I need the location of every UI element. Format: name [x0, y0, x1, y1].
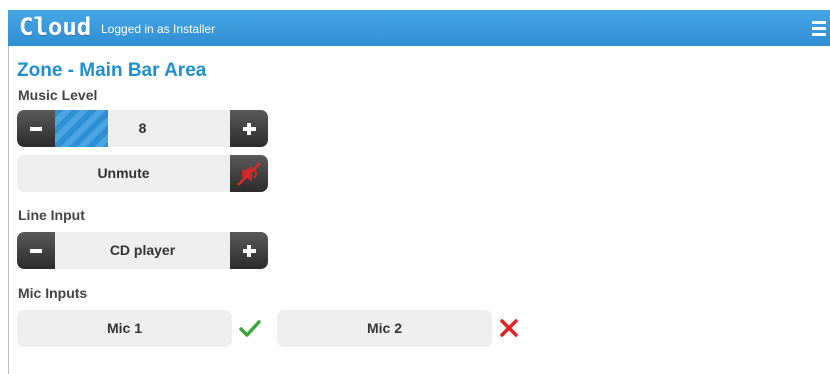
- mic-2-label: Mic 2: [366, 320, 402, 336]
- line-input-previous-button[interactable]: [17, 232, 55, 269]
- mute-toggle-button[interactable]: [230, 155, 268, 192]
- frame-border: [8, 46, 9, 374]
- logged-in-status: Logged in as Installer: [101, 22, 216, 36]
- music-level-control: 8: [17, 110, 268, 147]
- minus-icon: [30, 127, 42, 131]
- music-level-value: 8: [138, 120, 147, 136]
- hamburger-menu-icon[interactable]: [812, 21, 826, 36]
- music-level-decrease-button[interactable]: [17, 110, 55, 147]
- mute-control[interactable]: Unmute: [17, 155, 268, 192]
- mic-2-button[interactable]: Mic 2: [277, 310, 492, 347]
- speaker-muted-icon: [237, 162, 261, 186]
- cross-icon[interactable]: [497, 316, 521, 340]
- zone-title: Zone - Main Bar Area: [17, 60, 207, 81]
- checkmark-icon[interactable]: [238, 316, 262, 340]
- mic-1-label: Mic 1: [106, 320, 142, 336]
- cloud-logo: Cloud: [19, 13, 92, 41]
- line-input-value: CD player: [109, 242, 176, 258]
- music-level-increase-button[interactable]: [230, 110, 268, 147]
- top-bar: Cloud Logged in as Installer: [8, 10, 830, 46]
- line-input-label: Line Input: [18, 207, 85, 223]
- music-level-label: Music Level: [18, 87, 98, 103]
- minus-icon: [30, 249, 42, 253]
- unmute-button-label: Unmute: [97, 165, 150, 181]
- line-input-control: CD player: [17, 232, 268, 269]
- mic-inputs-label: Mic Inputs: [18, 285, 88, 301]
- mic-1-button[interactable]: Mic 1: [17, 310, 232, 347]
- line-input-next-button[interactable]: [230, 232, 268, 269]
